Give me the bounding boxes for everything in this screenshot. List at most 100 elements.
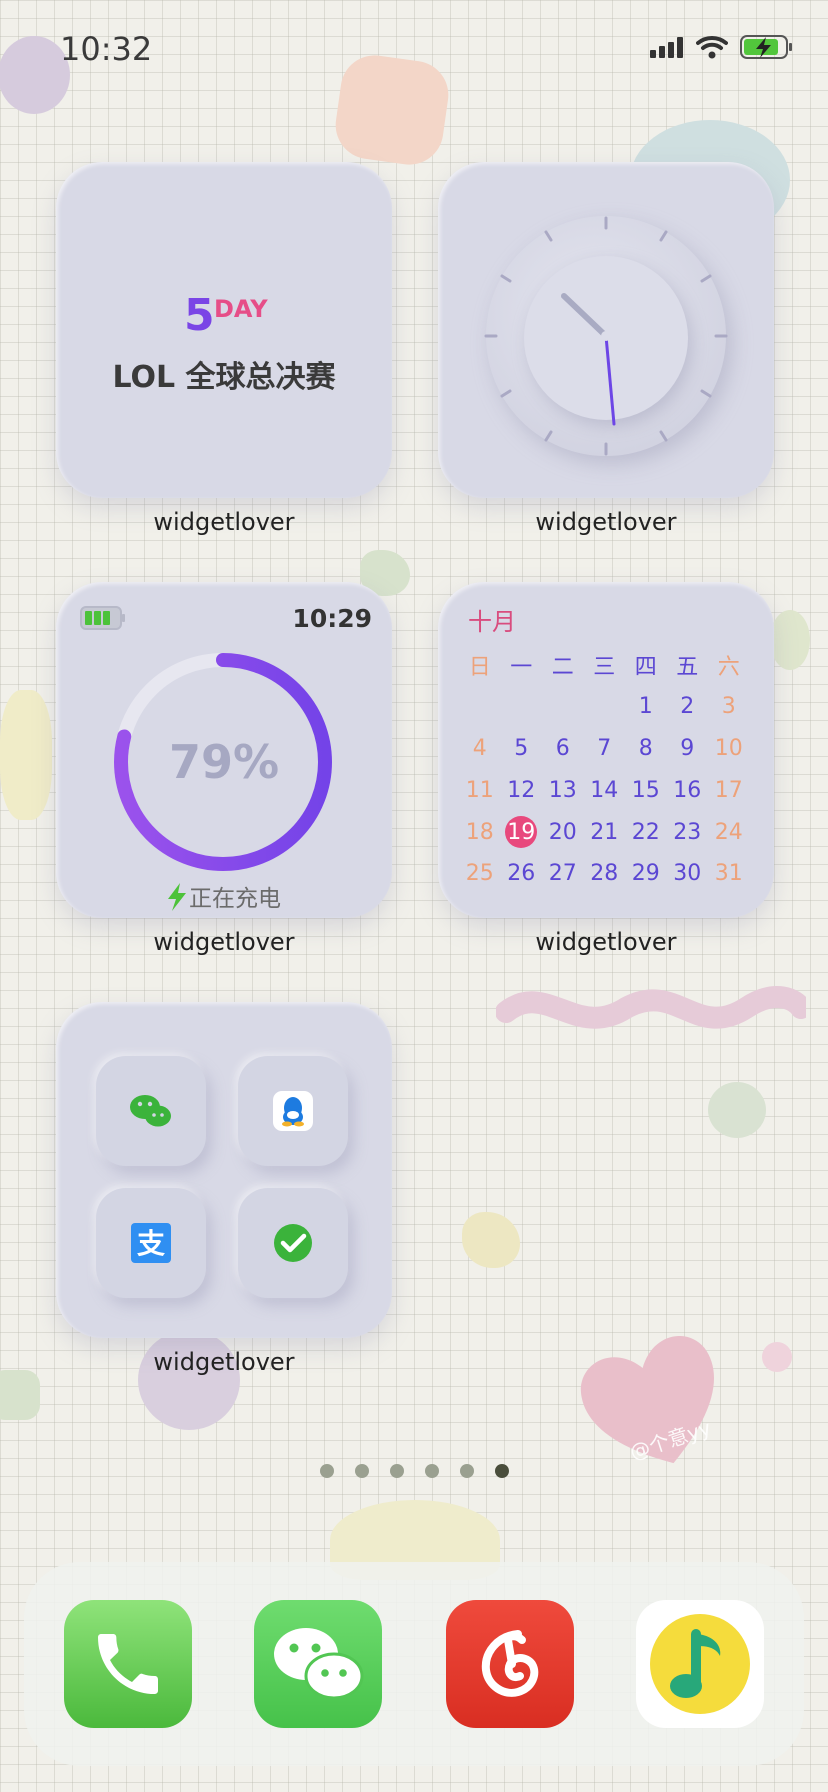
weekday-header: 四 [634, 654, 657, 680]
calendar-day-number: 14 [590, 777, 619, 803]
calendar-month: 十月 [468, 608, 516, 636]
wechat-icon [130, 1095, 171, 1127]
clock-widget[interactable] [438, 162, 774, 498]
weekday-header: 五 [676, 654, 699, 680]
calendar-day: 16 [667, 769, 709, 811]
calendar-day: 31 [708, 853, 750, 895]
status-time: 10:32 [60, 30, 153, 68]
wechat-pay-icon [274, 1224, 312, 1262]
calendar-day: 17 [708, 769, 750, 811]
wechat-app[interactable] [254, 1600, 382, 1728]
qq-music-app[interactable] [636, 1600, 764, 1728]
calendar-day: 1 [625, 686, 667, 728]
calendar-day-number: 10 [714, 735, 743, 761]
calendar-day-number: 12 [507, 777, 536, 803]
calendar-day-number: 28 [590, 861, 619, 887]
calendar-day-number: 26 [507, 861, 536, 887]
decor-blob [770, 610, 810, 670]
calendar-day: 23 [667, 811, 709, 853]
alipay-shortcut[interactable]: 支 [96, 1188, 206, 1298]
analog-clock [484, 216, 728, 456]
calendar-day: 21 [584, 811, 626, 853]
calendar-day-number: 20 [548, 819, 577, 845]
calendar-day: 13 [542, 769, 584, 811]
qq-icon [273, 1091, 313, 1131]
calendar-day-number: 3 [721, 694, 736, 720]
calendar-day: 11 [459, 769, 501, 811]
calendar-day-number: 18 [465, 819, 494, 845]
calendar-day: 15 [625, 769, 667, 811]
decor-blob [331, 50, 453, 170]
calendar-day: 26 [501, 853, 543, 895]
calendar-day-number: 13 [548, 777, 577, 803]
page-dot[interactable] [389, 1464, 404, 1478]
page-dot[interactable] [459, 1464, 474, 1478]
calendar-day [501, 686, 543, 728]
decor-blob [0, 690, 52, 820]
calendar-day: 18 [459, 811, 501, 853]
calendar-day-number: 21 [590, 819, 619, 845]
calendar-day-number: 27 [548, 861, 577, 887]
app-shortcuts-widget: 支 [56, 1002, 392, 1338]
calendar-day-number: 15 [631, 777, 660, 803]
wechat-shortcut[interactable] [96, 1056, 206, 1166]
weekday-header: 六 [717, 654, 740, 680]
page-dot[interactable] [494, 1464, 509, 1478]
calendar-day-number: 8 [638, 735, 653, 761]
countdown-widget[interactable]: 5 DAY LOL 全球总决赛 [56, 162, 392, 498]
calendar-day: 20 [542, 811, 584, 853]
widget-label: widgetlover [153, 928, 295, 956]
calendar-widget[interactable]: 十月 日一二三四五六 1 2 3 4 5 6 7 8 9 10 11 12 13 14 15 16 17 18 19 2… [438, 582, 774, 918]
status-icons [650, 34, 794, 60]
battery-charging-icon [740, 35, 792, 59]
calendar-day-number: 19 [505, 816, 538, 849]
phone-app[interactable] [64, 1600, 192, 1728]
calendar-day-number: 30 [673, 861, 702, 887]
calendar-day-number: 31 [714, 861, 743, 887]
page-dot[interactable] [319, 1464, 334, 1478]
countdown-title: LOL 全球总决赛 [112, 360, 336, 395]
calendar-day-number: 23 [673, 819, 702, 845]
calendar-day: 9 [667, 728, 709, 770]
calendar-day-number: 6 [555, 735, 570, 761]
wechat-pay-shortcut[interactable] [238, 1188, 348, 1298]
dock [24, 1562, 804, 1766]
calendar-day: 24 [708, 811, 750, 853]
wifi-icon [696, 35, 728, 59]
countdown-unit: DAY [214, 295, 268, 323]
calendar-day-number: 4 [472, 735, 487, 761]
calendar-day: 27 [542, 853, 584, 895]
decor-wave [496, 986, 806, 1029]
calendar-day: 3 [708, 686, 750, 728]
decor-blob [138, 1330, 240, 1430]
battery-percent: 79% [168, 735, 280, 789]
widget-label: widgetlover [153, 508, 295, 536]
widget-label: widgetlover [535, 508, 677, 536]
countdown-number: 5 [184, 290, 215, 341]
weekday-header: 二 [551, 654, 574, 680]
weekday-header: 日 [468, 654, 491, 680]
calendar-day: 25 [459, 853, 501, 895]
calendar-day-number: 9 [680, 735, 695, 761]
calendar-day [459, 686, 501, 728]
calendar-day: 22 [625, 811, 667, 853]
calendar-day [542, 686, 584, 728]
qq-shortcut[interactable] [238, 1056, 348, 1166]
signal-icon [650, 37, 683, 58]
calendar-today: 19 [501, 811, 543, 853]
battery-widget[interactable]: 10:29 79% 正在充电 [56, 582, 392, 918]
calendar-day: 12 [501, 769, 543, 811]
decor-blob [0, 1370, 40, 1420]
charging-status: 正在充电 [56, 879, 392, 913]
charging-text: 正在充电 [189, 886, 281, 912]
calendar-day-number: 2 [680, 694, 695, 720]
calendar-day-number: 5 [514, 735, 529, 761]
page-dot[interactable] [354, 1464, 369, 1478]
calendar-day-number: 24 [714, 819, 743, 845]
calendar-day: 30 [667, 853, 709, 895]
page-dot[interactable] [424, 1464, 439, 1478]
widget-label: widgetlover [535, 928, 677, 956]
page-indicator[interactable] [0, 1464, 828, 1478]
netease-music-app[interactable] [446, 1600, 574, 1728]
decor-blob [762, 1342, 792, 1372]
